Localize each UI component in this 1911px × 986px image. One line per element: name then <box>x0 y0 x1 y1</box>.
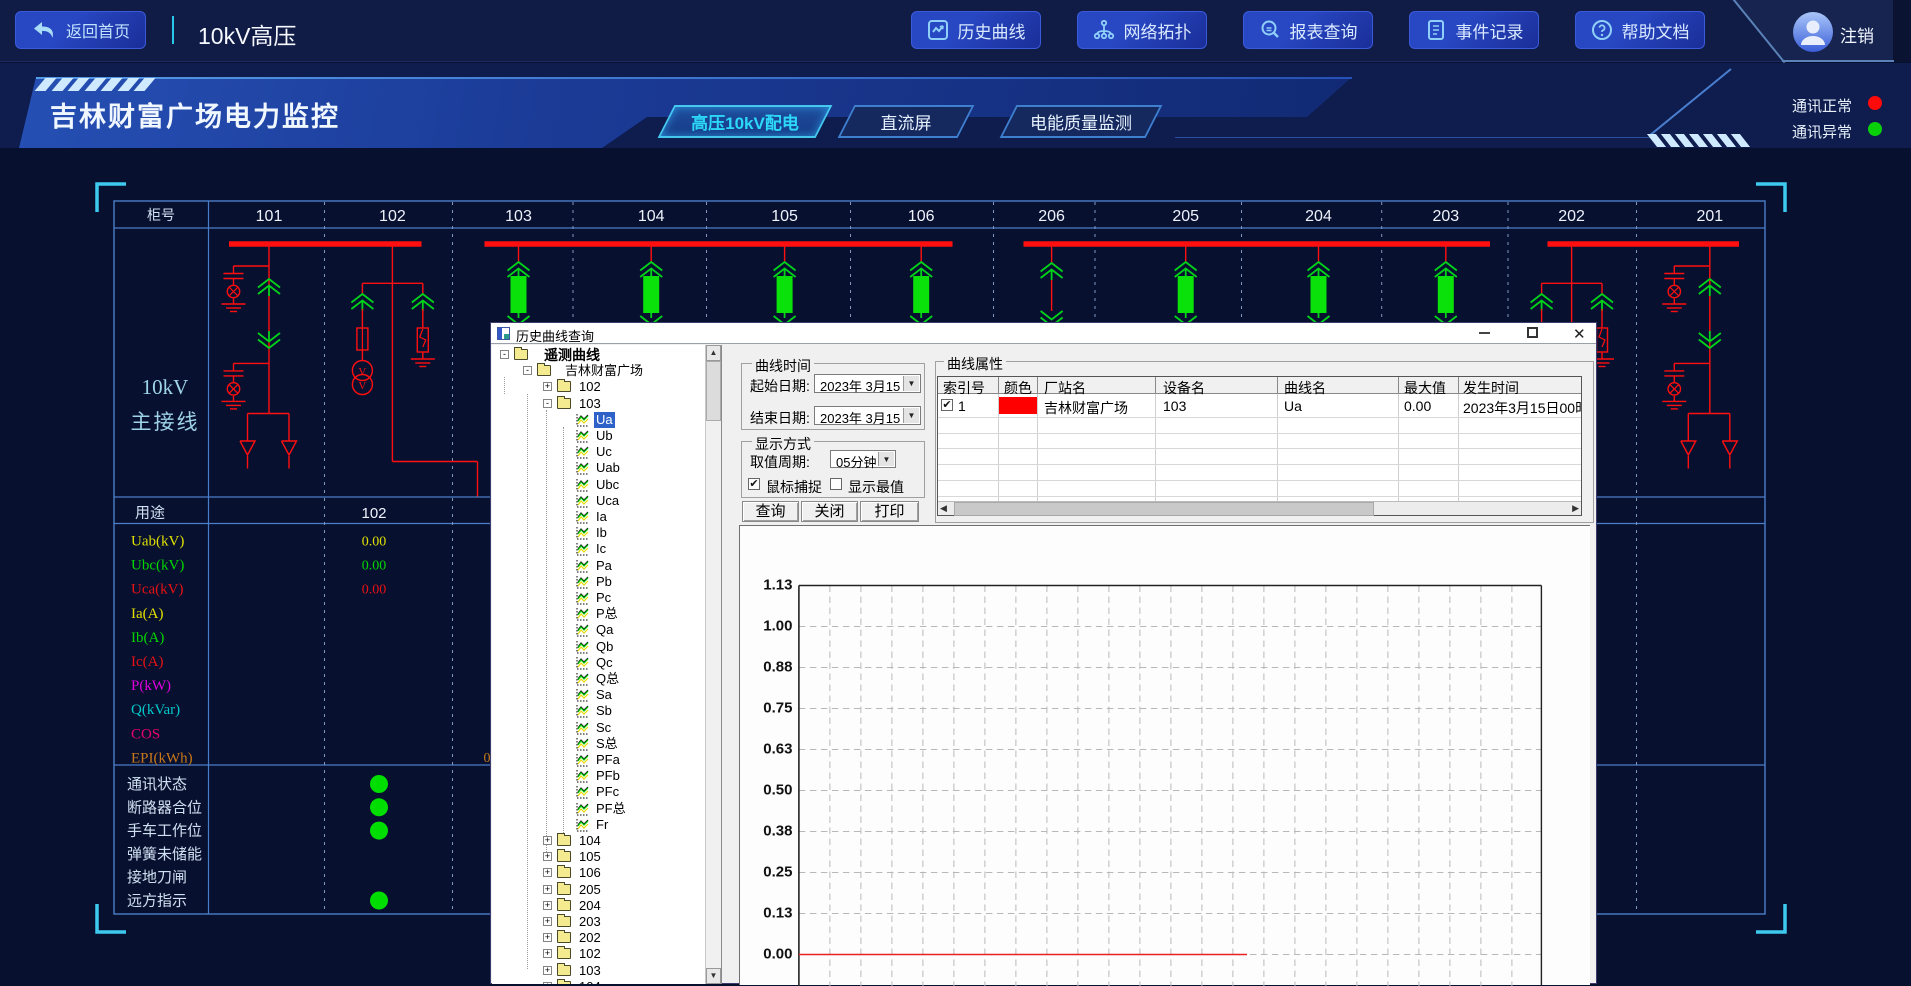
svg-text:远方指示: 远方指示 <box>127 893 187 910</box>
svg-text:203: 203 <box>1432 208 1459 225</box>
svg-text:201: 201 <box>1696 208 1723 225</box>
svg-text:Ib(A): Ib(A) <box>131 630 164 646</box>
svg-text:用途: 用途 <box>135 505 165 522</box>
svg-text:106: 106 <box>908 208 935 225</box>
svg-text:Q(kVar): Q(kVar) <box>131 702 180 718</box>
svg-text:0.00: 0.00 <box>362 583 387 598</box>
svg-text:103: 103 <box>505 208 532 225</box>
svg-text:COS: COS <box>131 726 160 742</box>
svg-text:Ic(A): Ic(A) <box>131 654 163 670</box>
svg-text:0.75: 0.75 <box>763 700 792 717</box>
svg-text:1.13: 1.13 <box>763 577 792 594</box>
svg-text:接地刀闸: 接地刀闸 <box>127 869 187 886</box>
svg-text:弹簧未储能: 弹簧未储能 <box>127 846 202 863</box>
svg-text:101: 101 <box>256 208 283 225</box>
svg-text:V: V <box>358 380 366 392</box>
svg-text:Uca(kV): Uca(kV) <box>131 582 183 598</box>
svg-text:1.00: 1.00 <box>763 618 792 635</box>
svg-text:断路器合位: 断路器合位 <box>127 799 202 816</box>
svg-text:主接线: 主接线 <box>131 410 200 434</box>
svg-text:0.00: 0.00 <box>362 559 387 574</box>
svg-text:0.00: 0.00 <box>362 535 387 550</box>
svg-text:202: 202 <box>1558 208 1585 225</box>
svg-text:EPI(kWh): EPI(kWh) <box>131 750 193 766</box>
svg-text:Ubc(kV): Ubc(kV) <box>131 558 184 574</box>
svg-text:柜号: 柜号 <box>147 208 175 224</box>
svg-text:0.00: 0.00 <box>763 946 792 963</box>
svg-text:Uab(kV): Uab(kV) <box>131 534 184 550</box>
svg-text:102: 102 <box>361 505 386 522</box>
svg-text:10kV: 10kV <box>142 375 189 399</box>
svg-text:0.13: 0.13 <box>763 905 792 922</box>
svg-text:手车工作位: 手车工作位 <box>127 823 202 840</box>
svg-text:通讯状态: 通讯状态 <box>127 776 187 793</box>
svg-text:204: 204 <box>1305 208 1332 225</box>
svg-text:0.50: 0.50 <box>763 782 792 799</box>
svg-text:V: V <box>358 366 366 378</box>
svg-text:Ia(A): Ia(A) <box>131 606 163 622</box>
svg-text:104: 104 <box>638 208 665 225</box>
svg-text:0.88: 0.88 <box>763 659 792 676</box>
svg-text:P(kW): P(kW) <box>131 678 171 694</box>
svg-text:105: 105 <box>771 208 798 225</box>
svg-text:0.38: 0.38 <box>763 823 792 840</box>
svg-text:0.63: 0.63 <box>763 741 792 758</box>
svg-text:206: 206 <box>1038 208 1065 225</box>
svg-text:205: 205 <box>1172 208 1199 225</box>
svg-text:102: 102 <box>379 208 406 225</box>
svg-text:0.25: 0.25 <box>763 864 792 881</box>
